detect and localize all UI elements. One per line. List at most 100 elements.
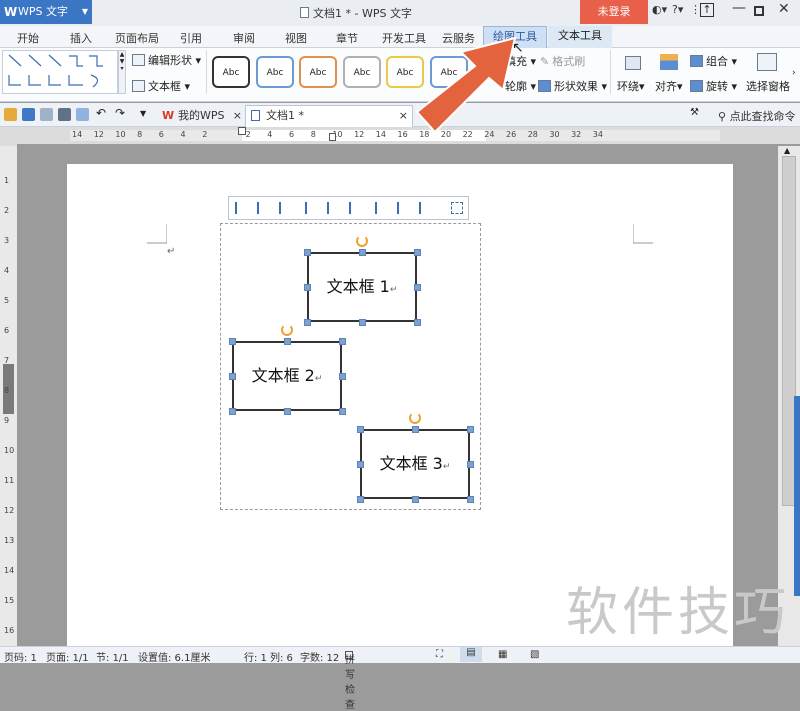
gallery-scroll[interactable]: ▲ ▼ ▾ [118,50,126,94]
text-box-2[interactable]: 文本框 2↵ [232,341,342,411]
align-bottom-icon[interactable] [349,202,361,214]
tab-chapter[interactable]: 章节 [336,30,358,46]
tab-review[interactable]: 审阅 [233,30,255,46]
print-icon[interactable] [58,108,71,121]
text-box-1[interactable]: 文本框 1↵ [307,252,417,322]
open-icon[interactable] [4,108,17,121]
rotate-handle-icon[interactable] [409,412,421,424]
resize-handle[interactable] [339,338,346,345]
shape-gallery[interactable] [2,50,118,94]
shape-style-3[interactable]: Abc [299,56,337,88]
distribute-vertical-icon[interactable] [419,202,431,214]
resize-handle[interactable] [304,284,311,291]
resize-handle[interactable] [467,426,474,433]
text-box-3[interactable]: 文本框 3↵ [360,429,470,499]
distribute-center-icon[interactable] [375,202,387,214]
resize-handle[interactable] [412,426,419,433]
minimize-icon[interactable]: — [732,0,746,16]
align-middle-icon[interactable] [327,202,339,214]
login-button[interactable]: 未登录 [580,0,648,24]
tab-my-wps[interactable]: W 我的WPS × [158,105,244,126]
save-icon[interactable] [22,108,35,121]
selection-pane-button[interactable]: 选择窗格 [746,78,790,94]
group-button[interactable]: 组合 ▾ [690,53,737,69]
rotate-handle-icon[interactable] [356,235,368,247]
horizontal-ruler[interactable]: 14 12 10 8 6 4 2 2 4 6 8 10 12 14 16 18 20 22 24 26 28 30 32 34 [0,127,800,144]
web-view-icon[interactable]: ▧ [530,649,539,660]
resize-handle[interactable] [304,249,311,256]
outline-view-icon[interactable]: ▦ [498,649,507,660]
resize-handle[interactable] [414,319,421,326]
tab-document-1[interactable]: 文档1 * × [245,105,413,127]
resize-handle[interactable] [339,373,346,380]
resize-handle[interactable] [229,373,236,380]
resize-handle[interactable] [467,461,474,468]
redo-icon[interactable]: ↷ [115,106,128,120]
resize-handle[interactable] [229,408,236,415]
scroll-up-icon[interactable]: ▲ [784,146,790,155]
resize-handle[interactable] [359,319,366,326]
tab-page-layout[interactable]: 页面布局 [115,30,159,46]
status-word-count[interactable]: 字数: 12 [300,649,339,664]
tab-home[interactable]: 开始 [17,30,39,46]
align-left-icon[interactable] [235,202,247,214]
tab-text-tools[interactable]: 文本工具 [548,26,612,48]
resize-handle[interactable] [359,249,366,256]
resize-handle[interactable] [414,249,421,256]
resize-handle[interactable] [304,319,311,326]
tool-icon[interactable]: ⚒ [690,107,703,120]
resize-handle[interactable] [467,496,474,503]
resize-handle[interactable] [357,461,364,468]
rotate-handle-icon[interactable] [281,324,293,336]
export-pdf-icon[interactable] [40,108,53,121]
shape-style-1[interactable]: Abc [212,56,250,88]
customize-dropdown-icon[interactable]: ▼ [140,109,153,122]
wps-menu-button[interactable]: W WPS 文字 ▼ [0,0,92,24]
vertical-ruler[interactable]: 1 2 3 4 5 6 7 8 9 10 11 12 13 14 15 16 [0,146,17,646]
close-icon[interactable]: ✕ [778,1,790,17]
resize-handle[interactable] [339,408,346,415]
find-command[interactable]: ⚲ 点此查找命令 [718,108,796,124]
print-preview-icon[interactable] [76,108,89,121]
indent-marker[interactable] [238,127,246,135]
wrap-button[interactable]: 环绕▾ [617,78,645,94]
distribute-horizontal-icon[interactable] [397,202,409,214]
undo-icon[interactable]: ↶ [96,106,109,120]
window-title-text: 文档1 * - WPS 文字 [313,7,412,20]
skin-icon[interactable]: ◐▾ [652,3,667,16]
format-painter-button[interactable]: ✎ 格式刷 [540,53,585,69]
window-title: 文档1 * - WPS 文字 [300,5,412,21]
align-right-icon[interactable] [279,202,291,214]
text-box-button[interactable]: 文本框 ▾ [132,78,190,94]
edit-shape-button[interactable]: 编辑形状 ▾ [132,52,201,68]
resize-handle[interactable] [414,284,421,291]
align-top-icon[interactable] [305,202,317,214]
maximize-icon[interactable] [754,6,764,16]
close-tab-icon[interactable]: × [233,105,242,126]
group-selection-icon[interactable] [451,202,463,214]
resize-handle[interactable] [229,338,236,345]
shape-effect-button[interactable]: 形状效果 ▾ [538,78,607,94]
fullscreen-icon[interactable]: ↑ [700,3,714,17]
resize-handle[interactable] [284,408,291,415]
ruler-tick-label: 12 [4,506,15,515]
shape-style-4[interactable]: Abc [343,56,381,88]
fullscreen-view-icon[interactable]: ⛶ [436,649,443,660]
resize-handle[interactable] [284,338,291,345]
align-button[interactable]: 对齐▾ [655,78,683,94]
rotate-button[interactable]: 旋转 ▾ [690,78,737,94]
resize-handle[interactable] [357,496,364,503]
resize-handle[interactable] [357,426,364,433]
shape-style-2[interactable]: Abc [256,56,294,88]
help-icon[interactable]: ?▾ [672,3,683,16]
tab-view[interactable]: 视图 [285,30,307,46]
ribbon-scroll-icon[interactable]: › [792,68,796,78]
tab-insert[interactable]: 插入 [70,30,92,46]
tab-reference[interactable]: 引用 [180,30,202,46]
page-view-icon[interactable]: ▤ [460,647,482,662]
margin-corner-mark [147,224,167,244]
resize-handle[interactable] [412,496,419,503]
side-panel-toggle[interactable] [794,396,800,596]
align-center-icon[interactable] [257,202,269,214]
right-indent-marker[interactable] [329,133,336,141]
